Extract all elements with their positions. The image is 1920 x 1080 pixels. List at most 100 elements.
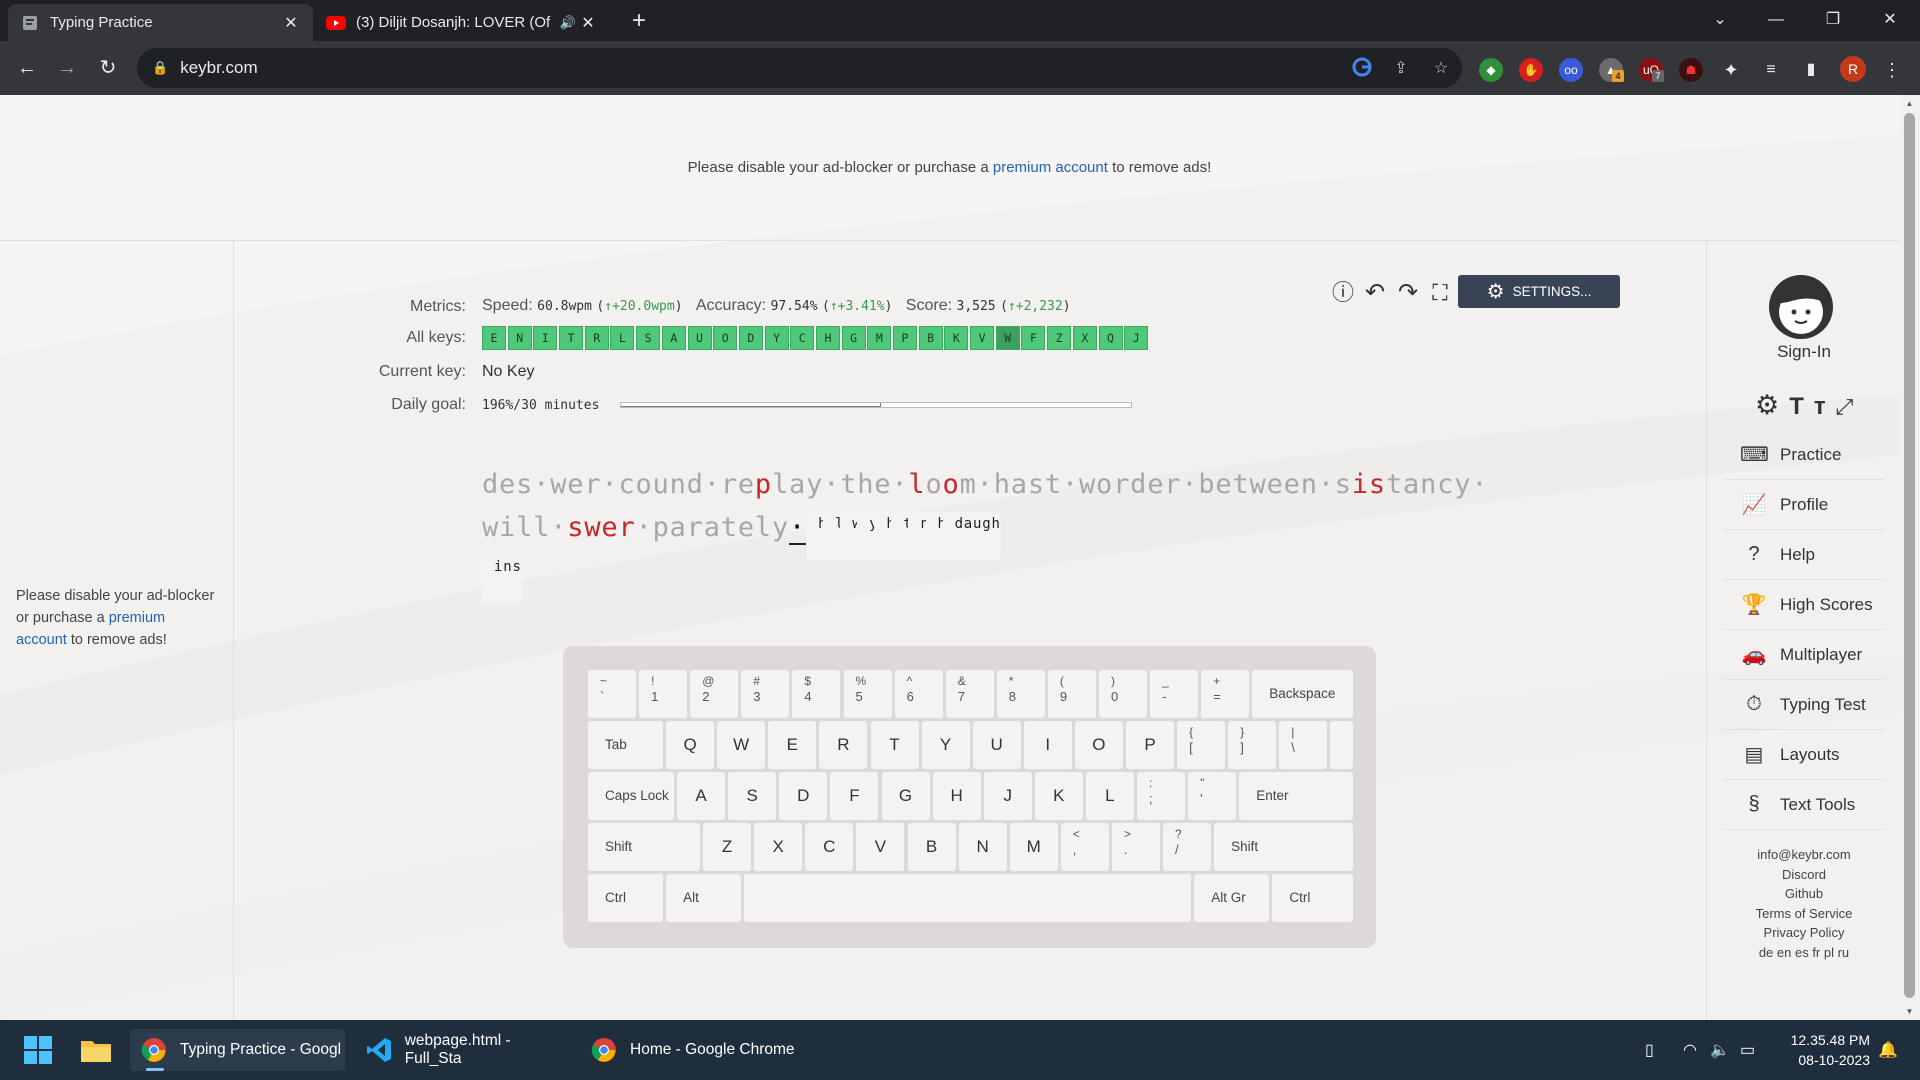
minimize-icon[interactable]: — xyxy=(1756,6,1796,34)
restore-icon[interactable]: ❐ xyxy=(1813,6,1853,34)
redo-icon[interactable]: ↷ xyxy=(1393,278,1423,308)
key-num-4[interactable]: $4 xyxy=(792,670,841,718)
side-panel-icon[interactable]: ▮ xyxy=(1799,58,1823,82)
key-sym[interactable]: " ' xyxy=(1188,772,1237,820)
key-t[interactable]: T xyxy=(870,721,919,769)
key-num-7[interactable]: & 7 xyxy=(945,670,994,718)
key-q[interactable]: Q xyxy=(666,721,715,769)
taskbar-chrome-typing[interactable]: Typing Practice - Googl xyxy=(130,1029,345,1071)
premium-account-link[interactable]: premium account xyxy=(993,159,1108,176)
key-k[interactable]: K xyxy=(1034,772,1083,820)
usb-icon[interactable]: ▯ xyxy=(1645,1040,1654,1060)
key-stat-s[interactable]: S xyxy=(636,326,661,350)
key-stat-b[interactable]: B xyxy=(918,326,943,350)
extension-icon[interactable]: ◆ xyxy=(1479,58,1503,82)
volume-icon[interactable]: 🔈 xyxy=(1710,1040,1730,1060)
scroll-thumb[interactable] xyxy=(1904,113,1915,998)
bookmark-star-icon[interactable]: ☆ xyxy=(1429,57,1453,81)
extension-icon[interactable]: ☗ xyxy=(1679,58,1703,82)
key-stat-n[interactable]: N xyxy=(507,326,532,350)
sidebar-item-text-tools[interactable]: § Text Tools xyxy=(1724,780,1884,830)
profile-avatar[interactable]: R xyxy=(1840,56,1866,82)
key-num-0[interactable]: ~ ` xyxy=(588,670,636,718)
google-icon[interactable] xyxy=(1350,57,1374,81)
key-num-2[interactable]: @2 xyxy=(690,670,739,718)
key-stat-e[interactable]: E xyxy=(482,326,506,350)
footer-link[interactable]: de en es fr pl ru xyxy=(1724,943,1884,963)
url-text[interactable]: keybr.com xyxy=(180,58,257,78)
forward-icon[interactable]: → xyxy=(54,55,80,81)
footer-link[interactable]: Terms of Service xyxy=(1724,904,1884,924)
key-shift-left[interactable]: Shift xyxy=(588,823,700,871)
extensions-puzzle-icon[interactable]: ✦ xyxy=(1719,58,1743,82)
font-size-icon[interactable]: Tт xyxy=(1789,393,1835,420)
text-line[interactable]: will·swer·parately·had·lease·what·you·he… xyxy=(482,512,1001,560)
key-ctrl-left[interactable]: Ctrl xyxy=(588,874,663,922)
key-num-8[interactable]: * 8 xyxy=(996,670,1045,718)
new-tab-button[interactable]: + xyxy=(625,8,653,36)
key-sym[interactable]: }] xyxy=(1228,721,1277,769)
key-r[interactable]: R xyxy=(819,721,868,769)
key-d[interactable]: D xyxy=(779,772,828,820)
key-stat-o[interactable]: O xyxy=(713,326,738,350)
key-z[interactable]: Z xyxy=(703,823,752,871)
taskbar-vscode[interactable]: webpage.html - Full_Sta xyxy=(355,1029,570,1071)
key-stat-g[interactable]: G xyxy=(841,326,866,350)
signin-avatar-icon[interactable] xyxy=(1768,274,1834,340)
key-blank[interactable] xyxy=(1330,721,1354,769)
key-stat-j[interactable]: J xyxy=(1124,326,1149,350)
key-num-6[interactable]: ^ 6 xyxy=(894,670,943,718)
key-h[interactable]: H xyxy=(932,772,981,820)
key-num-9[interactable]: (9 xyxy=(1047,670,1096,718)
key-sym[interactable]: {[ xyxy=(1177,721,1226,769)
key-stat-w[interactable]: W xyxy=(995,326,1020,350)
key-stat-i[interactable]: I xyxy=(533,326,558,350)
battery-icon[interactable]: ▭ xyxy=(1740,1040,1755,1060)
clock[interactable]: 12.35.48 PM 08-10-2023 xyxy=(1770,1030,1870,1070)
key-x[interactable]: X xyxy=(754,823,803,871)
key-num-5[interactable]: % 5 xyxy=(843,670,892,718)
key-a[interactable]: A xyxy=(677,772,726,820)
key-stat-y[interactable]: Y xyxy=(764,326,789,350)
key-stat-f[interactable]: F xyxy=(1021,326,1046,350)
close-tab-icon[interactable]: ✕ xyxy=(281,13,301,33)
key-u[interactable]: U xyxy=(972,721,1021,769)
key-g[interactable]: G xyxy=(881,772,930,820)
text-line[interactable]: des·wer·cound·replay·the·loom·hast·worde… xyxy=(482,469,1488,500)
file-explorer-icon[interactable] xyxy=(80,1036,112,1064)
speaker-icon[interactable]: 🔊 xyxy=(558,15,578,31)
key-m[interactable]: M xyxy=(1009,823,1058,871)
key-stat-r[interactable]: R xyxy=(584,326,609,350)
expand-icon[interactable]: ⤢ xyxy=(1836,394,1864,419)
signin-link[interactable]: Sign-In xyxy=(1724,342,1884,362)
close-window-icon[interactable]: ✕ xyxy=(1870,6,1910,34)
key-i[interactable]: I xyxy=(1023,721,1072,769)
sidebar-item-practice[interactable]: ⌨ Practice xyxy=(1724,430,1884,480)
key-c[interactable]: C xyxy=(805,823,854,871)
sidebar-item-typing-test[interactable]: ⏱ Typing Test xyxy=(1724,680,1884,730)
key-num-12[interactable]: + = xyxy=(1201,670,1250,718)
sidebar-item-help[interactable]: ? Help xyxy=(1724,530,1884,580)
back-icon[interactable]: ← xyxy=(14,55,40,81)
media-control-icon[interactable]: ≡ xyxy=(1759,58,1783,82)
key-sym[interactable]: >. xyxy=(1111,823,1160,871)
ublock-icon[interactable]: uO 7 xyxy=(1639,58,1664,82)
close-tab-icon[interactable]: ✕ xyxy=(578,13,598,33)
key-stat-d[interactable]: D xyxy=(738,326,763,350)
key-w[interactable]: W xyxy=(717,721,766,769)
key-tab[interactable]: Tab xyxy=(588,721,663,769)
extension-icon[interactable]: ▲ 4 xyxy=(1599,58,1624,82)
help-circle-icon[interactable]: ⓘ xyxy=(1328,278,1358,308)
key-p[interactable]: P xyxy=(1126,721,1174,769)
key-n[interactable]: N xyxy=(958,823,1007,871)
key-stat-v[interactable]: V xyxy=(970,326,995,350)
wifi-icon[interactable]: ◠ xyxy=(1683,1040,1697,1060)
footer-link[interactable]: Github xyxy=(1724,884,1884,904)
menu-kebab-icon[interactable]: ⋮ xyxy=(1880,58,1904,82)
windows-start-icon[interactable] xyxy=(24,1036,52,1064)
key-stat-z[interactable]: Z xyxy=(1047,326,1072,350)
key-shift-right[interactable]: Shift xyxy=(1214,823,1354,871)
footer-link[interactable]: Privacy Policy xyxy=(1724,923,1884,943)
extension-eyes-icon[interactable]: oo xyxy=(1559,58,1583,82)
key-y[interactable]: Y xyxy=(921,721,970,769)
